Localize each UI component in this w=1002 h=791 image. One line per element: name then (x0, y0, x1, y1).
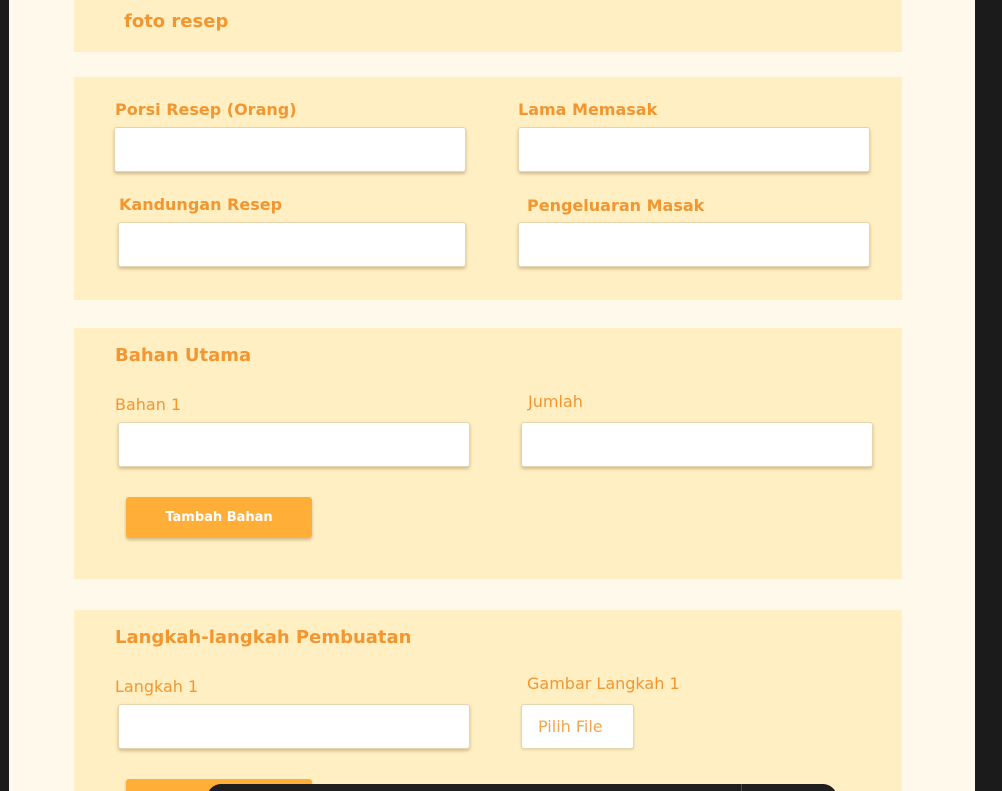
lama-memasak-input[interactable] (518, 127, 870, 172)
langkah-title: Langkah-langkah Pembuatan (115, 627, 412, 648)
pilih-file-button[interactable]: Pilih File (521, 704, 634, 749)
kandungan-input[interactable] (118, 222, 466, 267)
porsi-label: Porsi Resep (Orang) (115, 100, 297, 119)
photo-section-title: foto resep (124, 11, 229, 32)
recipe-form-page: foto resep Porsi Resep (Orang) Lama Mema… (9, 0, 975, 791)
kandungan-label: Kandungan Resep (119, 195, 283, 214)
gambar-langkah-1-label: Gambar Langkah 1 (527, 674, 680, 693)
jumlah-input[interactable] (521, 422, 873, 467)
toolbar-divider (741, 784, 742, 791)
langkah-1-label: Langkah 1 (115, 677, 199, 696)
langkah-1-input[interactable] (118, 704, 470, 749)
tambah-bahan-button[interactable]: Tambah Bahan (126, 497, 312, 538)
bahan-1-input[interactable] (118, 422, 470, 467)
bahan-utama-section: Bahan Utama Bahan 1 Jumlah Tambah Bahan (74, 328, 902, 579)
lama-memasak-label: Lama Memasak (518, 100, 658, 119)
pengeluaran-label: Pengeluaran Masak (527, 196, 705, 215)
langkah-section: Langkah-langkah Pembuatan Langkah 1 Gamb… (74, 610, 902, 791)
porsi-input[interactable] (114, 127, 466, 172)
overlay-toolbar (207, 784, 837, 791)
jumlah-label: Jumlah (528, 392, 583, 411)
pengeluaran-input[interactable] (518, 222, 870, 267)
bahan-utama-title: Bahan Utama (115, 345, 252, 366)
recipe-info-section: Porsi Resep (Orang) Lama Memasak Kandung… (74, 77, 902, 300)
photo-section: foto resep (74, 0, 902, 52)
bahan-1-label: Bahan 1 (115, 395, 182, 414)
